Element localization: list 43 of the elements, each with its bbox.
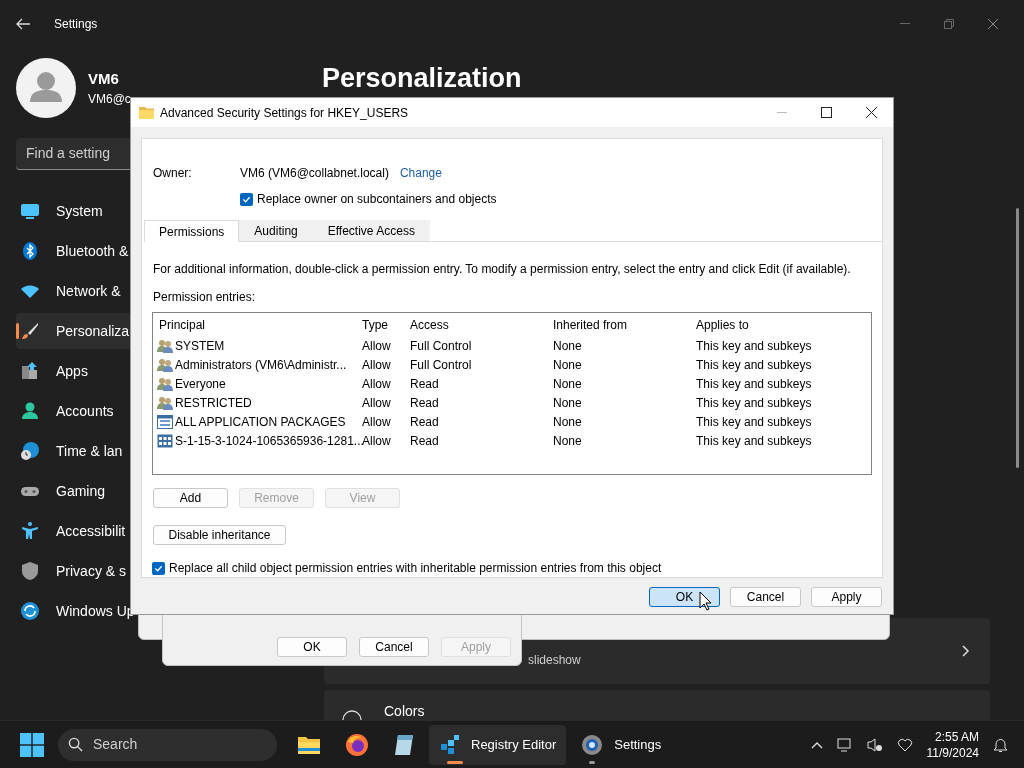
table-cell-text: Allow bbox=[362, 413, 391, 431]
card-title: Colors bbox=[384, 702, 425, 721]
table-cell-text: ALL APPLICATION PACKAGES bbox=[175, 413, 346, 431]
table-cell-text: Read bbox=[410, 394, 439, 412]
info-text: For additional information, double-click a permission entry. To modify a permission entry, select the entry and click Edit (if available). bbox=[153, 261, 852, 278]
table-cell-text: S-1-15-3-1024-1065365936-1281... bbox=[175, 432, 364, 450]
table-cell-text: None bbox=[553, 394, 582, 412]
table-cell-text: Everyone bbox=[175, 375, 226, 393]
table-cell-text: SYSTEM bbox=[175, 337, 225, 355]
table-cell-text: This key and subkeys bbox=[696, 432, 812, 450]
table-cell-text: None bbox=[553, 356, 582, 374]
table-cell-text: Allow bbox=[362, 394, 391, 412]
table-cell-text: This key and subkeys bbox=[696, 375, 812, 393]
table-cell-text: This key and subkeys bbox=[696, 337, 812, 355]
table-cell-text: None bbox=[553, 337, 582, 355]
owner-value: VM6 (VM6@collabnet.local) bbox=[240, 165, 389, 182]
table-cell-text: RESTRICTED bbox=[175, 394, 252, 412]
entries-label: Permission entries: bbox=[153, 289, 257, 306]
owner-label: Owner: bbox=[153, 165, 193, 182]
table-cell-text: Read bbox=[410, 413, 439, 431]
checkbox-label: Replace owner on subcontainers and objects bbox=[257, 191, 497, 208]
table-cell-text: Read bbox=[410, 432, 439, 450]
table-cell-text: Read bbox=[410, 375, 439, 393]
table-cell-text: This key and subkeys bbox=[696, 394, 812, 412]
table-cell-text: None bbox=[553, 375, 582, 393]
table-cell-text: Allow bbox=[362, 432, 391, 450]
user-name: VM6 bbox=[88, 68, 120, 89]
table-cell-text: This key and subkeys bbox=[696, 356, 812, 374]
table-cell-text: Allow bbox=[362, 337, 391, 355]
table-cell-text: None bbox=[553, 432, 582, 450]
table-cell-text: This key and subkeys bbox=[696, 413, 812, 431]
user-email: VM6@c bbox=[88, 91, 131, 109]
dialog-title: Advanced Security Settings for HKEY_USERS bbox=[160, 104, 409, 122]
table-cell-text: Allow bbox=[362, 356, 391, 374]
checkbox-label: Replace all child object permission entries with inheritable permission entries from this object bbox=[169, 560, 662, 577]
table-cell-text: Full Control bbox=[410, 337, 472, 355]
window-title: Settings bbox=[54, 16, 98, 33]
table-cell-text: Allow bbox=[362, 375, 391, 393]
table-cell-text: Full Control bbox=[410, 356, 472, 374]
table-cell-text: Administrators (VM6\Administr... bbox=[175, 356, 347, 374]
page-title: Personalization bbox=[322, 62, 523, 95]
card-subtitle: slideshow bbox=[528, 652, 581, 669]
table-cell-text: None bbox=[553, 413, 582, 431]
